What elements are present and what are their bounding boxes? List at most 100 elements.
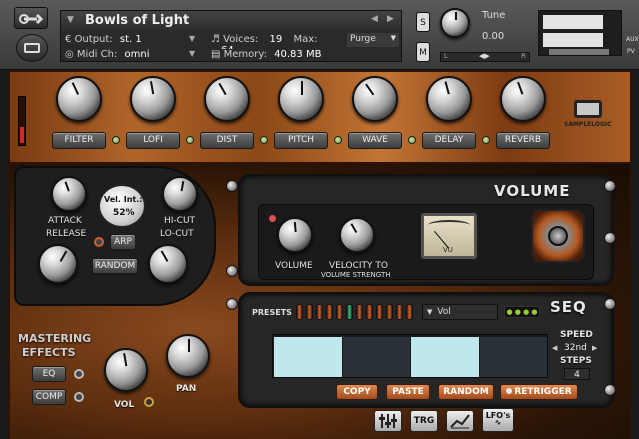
midi-dropdown-icon[interactable]: ▼ [189,49,195,58]
fx-button-dist[interactable]: DIST [200,132,254,149]
locut-label: LO-CUT [160,229,194,239]
mastering-title-line2: EFFECTS [22,346,76,359]
fx-knob-dist[interactable] [204,76,250,122]
seq-step[interactable] [342,337,410,377]
solo-button[interactable]: S [416,12,430,32]
fx-led-lofi[interactable] [112,136,120,144]
speaker-button[interactable] [531,209,585,263]
fx-button-pitch[interactable]: PITCH [274,132,328,149]
paste-button[interactable]: PASTE [386,384,430,400]
master-vol-led[interactable] [144,397,154,407]
purge-dropdown[interactable]: Purge ▼ [347,33,399,47]
preset-slot-11[interactable] [396,304,403,320]
pan-handle-icon[interactable]: ◀▶ [479,52,490,60]
instrument-name[interactable]: Bowls of Light [85,13,189,28]
speed-value[interactable]: 32nd [564,343,587,353]
fx-bar: FILTER LOFI DIST PITCH WAVE DELAY REVERB SAMPL… [8,70,632,164]
locut-knob[interactable] [148,244,188,284]
seq-step[interactable] [274,337,342,377]
fx-knob-delay[interactable] [426,76,472,122]
preset-slot-4[interactable] [326,304,333,320]
pan-slider[interactable]: L ◀▶ R [440,52,530,62]
preset-slot-9[interactable] [376,304,383,320]
arp-button[interactable]: ARP [110,234,136,250]
aux-label[interactable]: AUX [626,36,639,43]
eq-button[interactable]: EQ [32,366,66,382]
tune-knob[interactable] [440,8,470,38]
next-instrument-arrow[interactable]: ▶ [387,14,394,24]
fx-button-reverb[interactable]: REVERB [496,132,550,149]
wrench-button[interactable] [14,7,48,29]
trg-tab[interactable]: TRG [410,410,438,432]
retrigger-label: RETRIGGER [514,387,572,397]
retrigger-button[interactable]: RETRIGGER [500,384,578,400]
preset-slot-3[interactable] [316,304,323,320]
fx-led-dist[interactable] [186,136,194,144]
preset-slot-8[interactable] [366,304,373,320]
seq-step[interactable] [479,337,547,377]
speed-next-arrow[interactable]: ▶ [592,344,597,352]
eq-led[interactable] [74,369,84,379]
fx-button-wave[interactable]: WAVE [348,132,402,149]
master-pan-knob[interactable] [166,334,210,378]
speed-prev-arrow[interactable]: ◀ [552,344,557,352]
memory-icon: ▤ [211,49,221,60]
fx-knob-filter[interactable] [56,76,102,122]
output-dropdown-icon[interactable]: ▼ [189,34,195,43]
volume-knob[interactable] [277,217,313,253]
graph-tab[interactable] [446,410,474,432]
lfo-tab[interactable]: LFO's ∿ [482,408,514,432]
mute-button[interactable]: M [416,42,430,62]
comp-button[interactable]: COMP [32,389,66,405]
prev-instrument-arrow[interactable]: ◀ [371,14,378,24]
samplelogic-logo: SAMPLELOGIC [564,100,612,130]
release-knob[interactable] [38,244,78,284]
fx-knob-pitch[interactable] [278,76,324,122]
seq-grid[interactable] [272,334,548,378]
fx-knob-wave[interactable] [352,76,398,122]
preset-dropdown[interactable]: ▼ Vol [422,304,498,320]
mixer-tab[interactable] [374,410,402,432]
midi-row[interactable]: ◎ Midi Ch: omni [65,49,205,60]
preset-slot-2[interactable] [306,304,313,320]
preset-slot-12[interactable] [406,304,413,320]
fx-led-reverb[interactable] [482,136,490,144]
fx-led-pitch[interactable] [260,136,268,144]
attack-knob[interactable] [51,176,87,212]
collapse-icon[interactable]: ▼ [67,15,74,25]
arp-toggle[interactable]: ARP [92,234,156,250]
fx-knob-lofi[interactable] [130,76,176,122]
random-button[interactable]: RANDOM [92,258,138,274]
logo-button[interactable] [16,34,48,62]
fx-button-delay[interactable]: DELAY [422,132,476,149]
fx-led-wave[interactable] [334,136,342,144]
master-vol-knob[interactable] [104,348,148,392]
volume-led[interactable] [269,215,276,222]
volume-fader[interactable] [549,49,609,55]
fx-button-filter[interactable]: FILTER [52,132,106,149]
seq-step[interactable] [411,337,479,377]
hicut-knob[interactable] [162,176,198,212]
steps-value[interactable]: 4 [564,368,590,380]
comp-led[interactable] [74,392,84,402]
vel-int-display[interactable]: Vel. Int.: 52% [98,184,146,228]
preset-value: Vol [437,307,451,317]
preset-slot-7[interactable] [356,304,363,320]
preset-slot-10[interactable] [386,304,393,320]
preset-slot-5[interactable] [336,304,343,320]
seq-random-button[interactable]: RANDOM [438,384,494,400]
vu-label: VU [443,246,453,254]
volume-panel-title: VOLUME [494,182,571,200]
velocity-knob[interactable] [339,217,375,253]
fx-knob-reverb[interactable] [500,76,546,122]
fx-button-lofi[interactable]: LOFI [126,132,180,149]
output-row[interactable]: € Output: st. 1 [65,34,205,45]
pv-label[interactable]: PV [627,48,635,55]
preset-slot-1[interactable] [296,304,303,320]
volume-meter[interactable] [538,10,622,56]
screw [226,265,238,277]
preset-slot-6[interactable] [346,304,353,320]
knob-indicator [444,81,450,96]
fx-led-delay[interactable] [408,136,416,144]
copy-button[interactable]: COPY [336,384,378,400]
